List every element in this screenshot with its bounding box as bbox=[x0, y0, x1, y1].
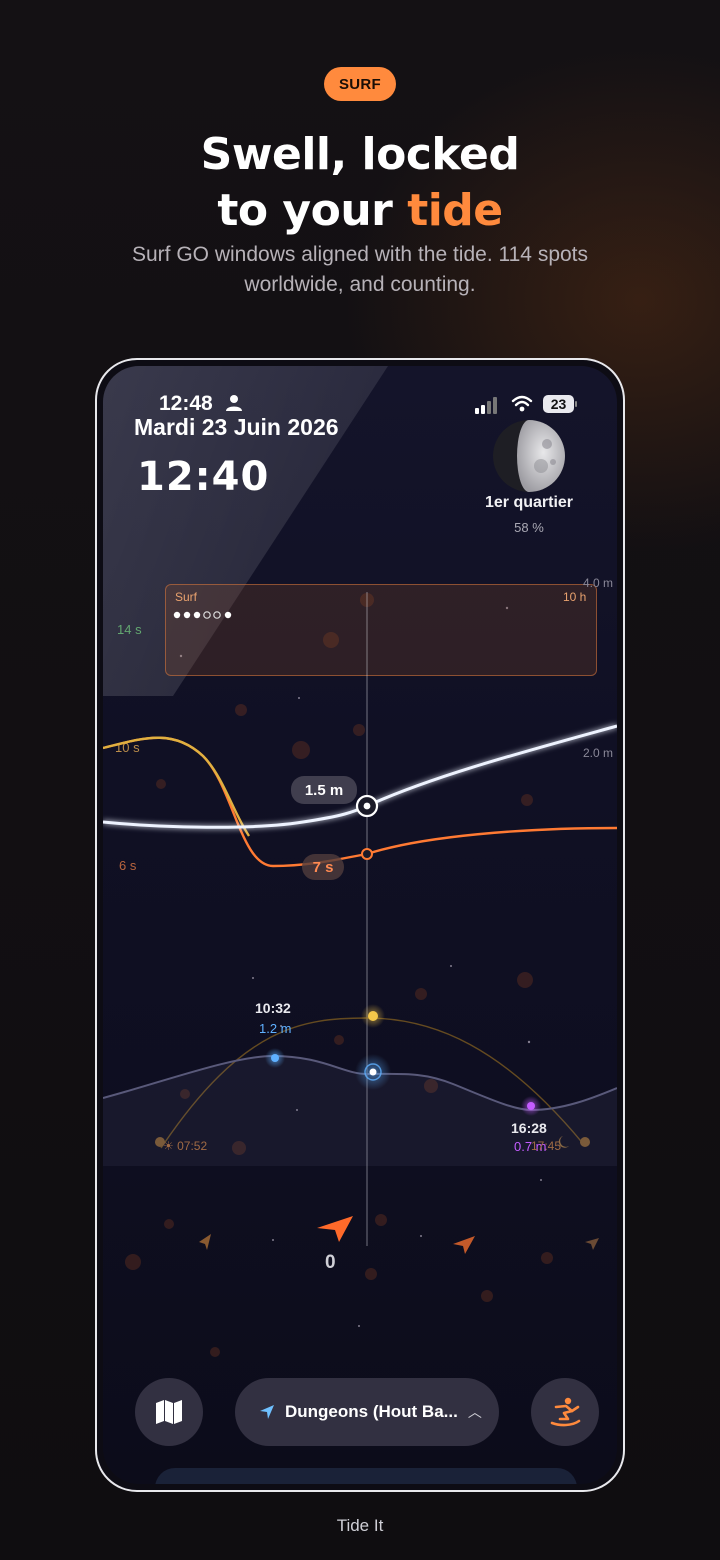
low-tide-marker bbox=[527, 1102, 535, 1110]
high-tide-marker bbox=[271, 1054, 279, 1062]
sun-marker bbox=[368, 1011, 378, 1021]
high-tide-time: 10:32 bbox=[255, 1000, 291, 1016]
sunset-time: 17:45 bbox=[531, 1139, 562, 1153]
app-name: Tide It bbox=[336, 1516, 384, 1535]
promo-subtitle-line2: worldwide, and counting. bbox=[244, 273, 476, 296]
promo-title-line2: to your tide bbox=[0, 184, 720, 238]
surfer-icon bbox=[550, 1397, 581, 1427]
promo-title-prefix: to your bbox=[217, 185, 408, 236]
wind-arrow-icon-2 bbox=[453, 1236, 475, 1254]
chevron-up-icon: ︿ bbox=[467, 1404, 482, 1420]
promo-title-accent: tide bbox=[407, 185, 503, 236]
low-tide-time: 16:28 bbox=[511, 1120, 547, 1136]
wind-speed: 0 bbox=[325, 1252, 336, 1273]
sunset-dot bbox=[580, 1137, 590, 1147]
current-tide-marker bbox=[369, 1068, 377, 1076]
app-screen: 12:48 23 Mardi 23 Juin 2026 12:40 1er qu… bbox=[103, 366, 617, 1484]
wind-arrow-current-icon bbox=[317, 1216, 353, 1242]
map-button[interactable] bbox=[135, 1378, 203, 1446]
promo-title-line1: Swell, locked bbox=[200, 129, 520, 180]
wind-arrow-icon-3 bbox=[585, 1238, 599, 1250]
sunrise-time: ☀ 07:52 bbox=[163, 1139, 208, 1153]
map-icon bbox=[156, 1400, 182, 1424]
wind-arrow-icon bbox=[199, 1234, 211, 1250]
sunrise-value: 07:52 bbox=[177, 1139, 208, 1153]
surf-mode-button[interactable] bbox=[531, 1378, 599, 1446]
bottom-sheet-handle[interactable] bbox=[155, 1468, 577, 1484]
location-name: Dungeons (Hout Ba... bbox=[285, 1402, 458, 1421]
location-selector[interactable]: Dungeons (Hout Ba... ︿ bbox=[235, 1378, 499, 1446]
tide-chart bbox=[103, 1004, 617, 1254]
promo-badge: SURF bbox=[324, 67, 396, 101]
phone-frame: 12:48 23 Mardi 23 Juin 2026 12:40 1er qu… bbox=[95, 358, 625, 1492]
promo-subtitle-line1: Surf GO windows aligned with the tide. 1… bbox=[131, 243, 589, 266]
location-arrow-icon bbox=[260, 1405, 274, 1419]
high-tide-height: 1.2 m bbox=[259, 1021, 292, 1036]
